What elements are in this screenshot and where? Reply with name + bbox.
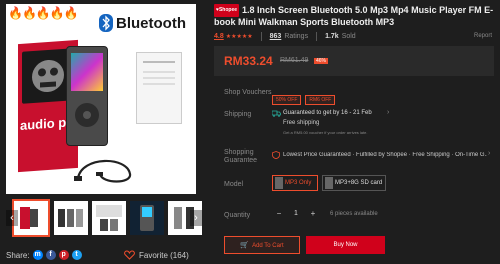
usb-cable	[74, 159, 132, 183]
guarantee-label: Shopping Guarantee	[224, 149, 258, 164]
ratings-count[interactable]: 863	[270, 33, 282, 40]
fire-icon: 🔥	[21, 6, 37, 20]
bluetooth-brand: Bluetooth	[99, 14, 186, 32]
voucher-chip[interactable]: 50% OFF	[272, 95, 302, 105]
thumbnail-next-button[interactable]: ›	[190, 210, 202, 226]
stock-available: 6 pieces available	[330, 211, 378, 217]
favorite-button[interactable]: Favorite (164)	[124, 248, 189, 262]
buy-now-button[interactable]: Buy Now	[306, 236, 385, 254]
heart-icon	[124, 250, 135, 260]
sold-label: Sold	[341, 33, 356, 40]
sold-count: 1.7k	[325, 33, 339, 40]
product-title: 1.8 Inch Screen Bluetooth 5.0 Mp3 Mp4 Mu…	[214, 4, 494, 27]
fire-emoji-row: 🔥🔥🔥🔥🔥	[8, 6, 79, 20]
original-price: RM61.49	[280, 57, 309, 64]
messenger-icon[interactable]: m	[32, 250, 43, 260]
quantity-input[interactable]: 1	[286, 207, 306, 221]
model-option-label: MP3 Only	[285, 180, 312, 186]
fire-icon: 🔥	[63, 6, 79, 20]
thumbnail-4[interactable]	[130, 201, 164, 235]
model-thumb	[325, 177, 333, 189]
thumbnail-prev-button[interactable]: ‹	[6, 210, 18, 226]
rating-value[interactable]: 4.8	[214, 33, 224, 40]
shipping-label: Shipping	[224, 111, 252, 118]
manual-card	[136, 52, 182, 124]
truck-icon	[272, 110, 281, 117]
shipping-guarantee: Guaranteed to get by 16 - 21 Feb	[283, 110, 372, 116]
fire-icon: 🔥	[49, 6, 65, 20]
product-title-block: ♥Shopee 1.8 Inch Screen Bluetooth 5.0 Mp3…	[214, 4, 494, 28]
fire-icon: 🔥	[35, 6, 51, 20]
quantity-decrease-button[interactable]: −	[272, 207, 286, 221]
bluetooth-icon	[99, 14, 113, 32]
add-to-cart-label: Add To Cart	[252, 243, 284, 249]
share-row: Share: m f p t	[6, 248, 82, 262]
thumbnail-3[interactable]	[92, 201, 126, 235]
thumbnail-strip: ‹ ›	[6, 199, 202, 237]
bluetooth-label: Bluetooth	[116, 14, 186, 32]
twitter-icon[interactable]: t	[71, 250, 82, 260]
ratings-label: Ratings	[284, 33, 309, 40]
shield-icon	[272, 151, 280, 159]
favorite-label: Favorite (164)	[139, 250, 189, 260]
quantity-increase-button[interactable]: +	[306, 207, 320, 221]
facebook-icon[interactable]: f	[45, 250, 56, 260]
current-price: RM33.24	[224, 54, 273, 68]
product-stats: 4.8 ★★★★★ 863 Ratings 1.7k Sold	[214, 32, 356, 41]
vouchers-label: Shop Vouchers	[224, 89, 272, 96]
share-label: Share:	[6, 250, 30, 260]
add-to-cart-button[interactable]: 🛒 Add To Cart	[224, 236, 300, 254]
thumbnail-1[interactable]	[12, 199, 50, 237]
voucher-chip[interactable]: RM6 OFF	[305, 95, 336, 105]
shipping-info-chevron-icon[interactable]: ›	[387, 109, 389, 116]
product-main-image[interactable]: 🔥🔥🔥🔥🔥 Bluetooth audio play	[6, 4, 196, 194]
late-voucher-note: Get a RM5.00 voucher if your order arriv…	[283, 130, 368, 135]
guarantee-chevron-icon[interactable]: ›	[488, 150, 490, 157]
rating-stars: ★★★★★	[225, 34, 253, 40]
voucher-list: 50% OFF RM6 OFF	[272, 88, 339, 106]
report-link[interactable]: Report	[474, 33, 492, 39]
cart-icon: 🛒	[240, 242, 250, 249]
thumbnail-2[interactable]	[54, 201, 88, 235]
player-dpad	[75, 103, 99, 127]
model-thumb	[275, 177, 283, 189]
discount-badge: 46%	[314, 58, 329, 64]
shopee-mall-badge: ♥Shopee	[214, 4, 240, 17]
pinterest-icon[interactable]: p	[58, 250, 69, 260]
model-label: Model	[224, 181, 244, 188]
model-option-label: MP3+8G SD card	[335, 180, 383, 186]
mp3-player	[66, 46, 108, 146]
fire-icon: 🔥	[8, 6, 23, 20]
guarantee-text: Lowest Price Guaranteed · Fulfilled by S…	[283, 152, 487, 158]
player-screen	[71, 53, 103, 91]
model-option[interactable]: MP3+8G SD card	[322, 175, 386, 191]
quantity-label: Quantity	[224, 212, 251, 219]
model-option-selected[interactable]: MP3 Only	[272, 175, 318, 191]
free-shipping-text: Free shipping	[283, 120, 320, 126]
price-box: RM33.24 RM61.49 46%	[214, 46, 494, 76]
quantity-stepper: − 1 +	[272, 207, 320, 221]
